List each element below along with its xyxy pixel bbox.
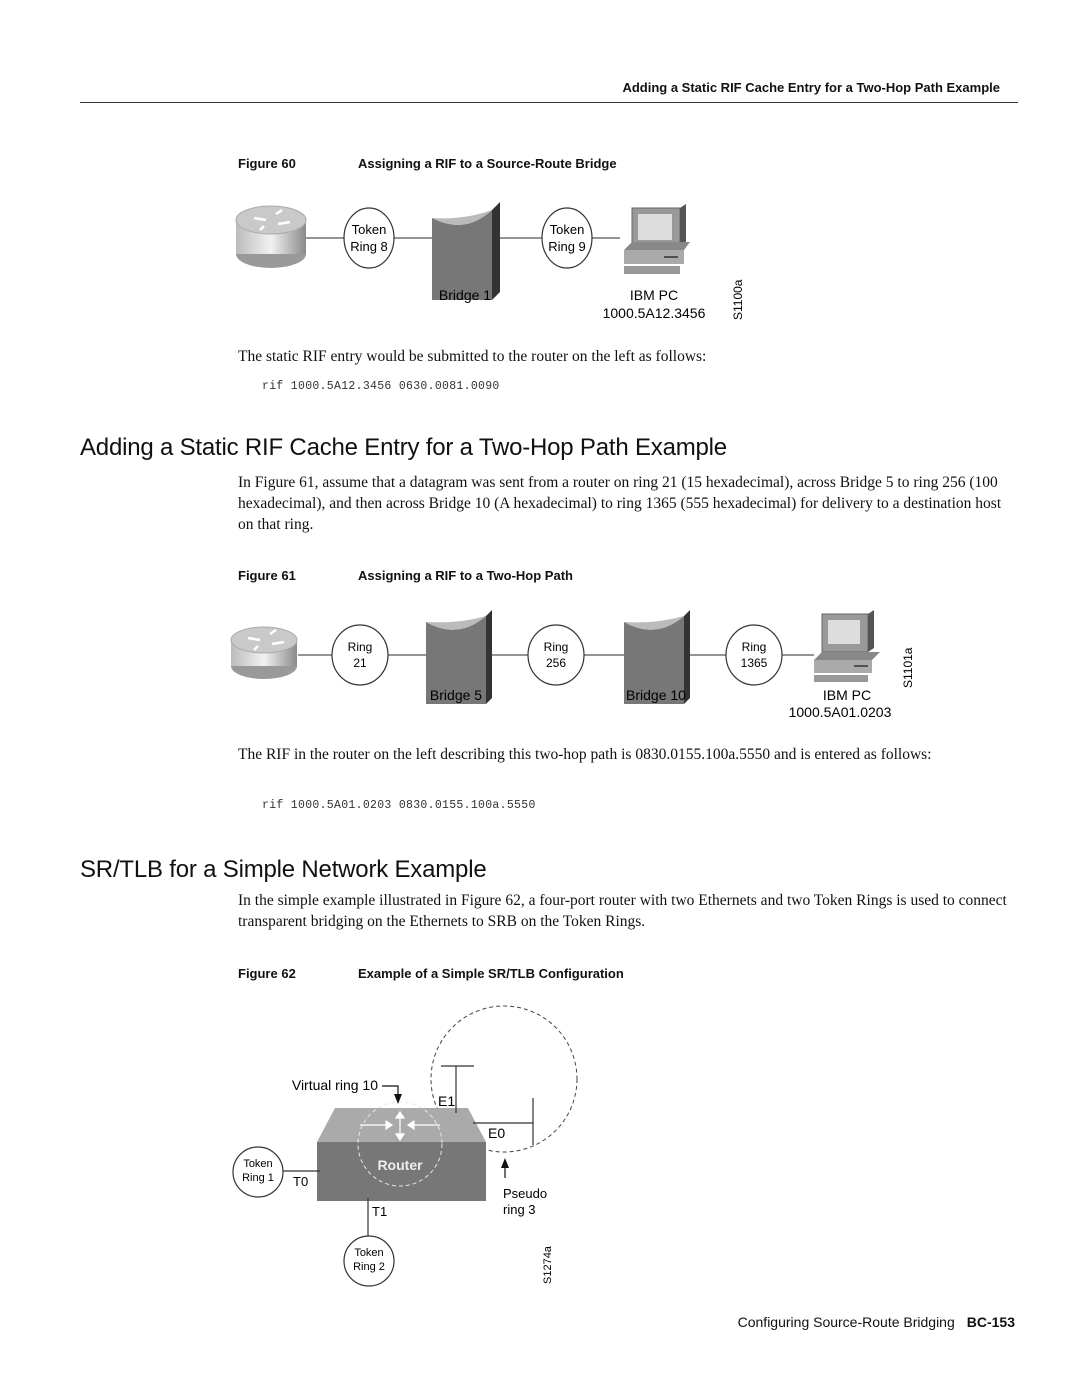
router-box	[317, 1108, 486, 1201]
svg-text:Bridge 10: Bridge 10	[626, 687, 686, 703]
header-rule	[80, 102, 1018, 103]
figure-62-diagram: Router Virtual ring 10 E1 E0 Pseudo ring…	[232, 1005, 578, 1287]
svg-text:ring 3: ring 3	[503, 1202, 536, 1217]
svg-text:1000.5A12.3456: 1000.5A12.3456	[603, 305, 706, 321]
router-icon	[235, 205, 307, 268]
svg-text:S1274a: S1274a	[542, 1245, 554, 1284]
figure-61-title: Assigning a RIF to a Two-Hop Path	[358, 568, 573, 583]
ring-21	[331, 624, 389, 686]
figure-60-number: Figure 60	[238, 156, 296, 171]
svg-text:T0: T0	[293, 1174, 308, 1189]
svg-text:E0: E0	[488, 1125, 505, 1141]
svg-text:Ring: Ring	[544, 640, 569, 654]
svg-text:S1101a: S1101a	[901, 647, 915, 688]
code-example-2: rif 1000.5A01.0203 0830.0155.100a.5550	[262, 799, 536, 812]
svg-text:Token: Token	[354, 1247, 383, 1259]
svg-text:E1: E1	[438, 1093, 455, 1109]
svg-text:Ring: Ring	[348, 640, 373, 654]
svg-text:1365: 1365	[741, 656, 768, 670]
svg-text:21: 21	[353, 656, 367, 670]
paragraph-2: In Figure 61, assume that a datagram was…	[238, 474, 1002, 533]
svg-text:Token: Token	[550, 222, 585, 237]
svg-text:Bridge 5: Bridge 5	[430, 687, 482, 703]
ring-256	[527, 624, 585, 686]
figure-60-title: Assigning a RIF to a Source-Route Bridge	[358, 156, 617, 171]
svg-text:IBM PC: IBM PC	[823, 687, 871, 703]
svg-text:1000.5A01.0203: 1000.5A01.0203	[789, 704, 892, 720]
svg-text:Bridge 1: Bridge 1	[439, 287, 491, 303]
svg-text:Token: Token	[352, 222, 387, 237]
svg-text:256: 256	[546, 656, 566, 670]
svg-text:IBM PC: IBM PC	[630, 287, 678, 303]
bridge-icon	[432, 202, 500, 300]
figure-62-title: Example of a Simple SR/TLB Configuration	[358, 966, 624, 981]
svg-text:Ring 2: Ring 2	[353, 1261, 385, 1273]
svg-text:Pseudo: Pseudo	[503, 1186, 547, 1201]
section-heading-two-hop: Adding a Static RIF Cache Entry for a Tw…	[80, 434, 727, 461]
ibm-pc-icon	[624, 204, 690, 274]
code-example-1: rif 1000.5A12.3456 0630.0081.0090	[262, 380, 500, 393]
figure-61-number: Figure 61	[238, 568, 296, 583]
svg-text:Token: Token	[243, 1158, 272, 1170]
svg-text:Ring 8: Ring 8	[350, 239, 388, 254]
figure-61-diagram: Ring 21 Bridge 5 Ring 256 Bridge 10 Ring…	[230, 610, 915, 720]
svg-text:S1100a: S1100a	[731, 279, 745, 320]
svg-text:T1: T1	[372, 1204, 387, 1219]
footer-chapter: Configuring Source-Route Bridging	[737, 1314, 955, 1330]
paragraph-4: In the simple example illustrated in Fig…	[238, 892, 1007, 930]
svg-text:Router: Router	[377, 1157, 423, 1173]
svg-text:Ring 9: Ring 9	[548, 239, 586, 254]
ibm-pc-icon	[814, 610, 880, 682]
footer-page-number: BC-153	[966, 1314, 1015, 1330]
token-ring-9	[541, 207, 593, 269]
svg-text:Ring 1: Ring 1	[242, 1172, 274, 1184]
svg-text:Virtual ring 10: Virtual ring 10	[292, 1077, 378, 1093]
figure-62-number: Figure 62	[238, 966, 296, 981]
figure-60-diagram: Token Ring 8 Bridge 1 Token Ring 9 IBM P…	[235, 202, 745, 321]
paragraph-1: The static RIF entry would be submitted …	[238, 348, 707, 365]
running-head: Adding a Static RIF Cache Entry for a Tw…	[622, 80, 1000, 95]
paragraph-3: The RIF in the router on the left descri…	[238, 746, 932, 763]
svg-text:Ring: Ring	[742, 640, 767, 654]
section-heading-srtlb: SR/TLB for a Simple Network Example	[80, 856, 487, 883]
page-footer: Configuring Source-Route Bridging BC-153	[600, 1314, 1015, 1330]
router-icon	[230, 626, 298, 679]
token-ring-8	[343, 207, 395, 269]
ring-1365	[725, 624, 783, 686]
